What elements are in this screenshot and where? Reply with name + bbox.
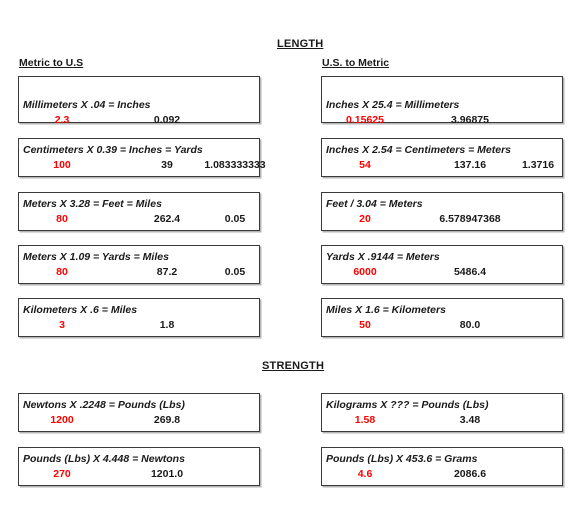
conversion-values: 100 39 1.083333333 bbox=[19, 159, 265, 172]
conversion-formula: Meters X 1.09 = Yards = Miles bbox=[23, 251, 169, 263]
conversion-formula: Yards X .9144 = Meters bbox=[326, 251, 440, 263]
conversion-values: 3 1.8 bbox=[19, 319, 257, 332]
column-heading-metric-to-us: Metric to U.S bbox=[19, 57, 84, 69]
conversion-formula: Pounds (Lbs) X 453.6 = Grams bbox=[326, 453, 478, 465]
section-title-length: LENGTH bbox=[277, 38, 324, 50]
result-value-1: 6.578947368 bbox=[439, 213, 501, 225]
input-value[interactable]: 270 bbox=[27, 468, 97, 480]
conversion-box-pounds-to-newtons[interactable]: Pounds (Lbs) X 4.448 = Newtons 270 1201.… bbox=[18, 447, 260, 486]
input-value[interactable]: 54 bbox=[330, 159, 400, 171]
input-value[interactable]: 1200 bbox=[27, 414, 97, 426]
conversion-values: 80 262.4 0.05 bbox=[19, 213, 257, 226]
conversion-formula: Centimeters X 0.39 = Inches = Yards bbox=[23, 144, 203, 156]
conversion-values: 6000 5486.4 bbox=[322, 266, 560, 279]
conversion-box-millimeters-to-inches[interactable]: Millimeters X .04 = Inches 2.3 0.092 bbox=[18, 76, 260, 126]
input-value[interactable]: 1.58 bbox=[330, 414, 400, 426]
conversion-box-inches-to-millimeters[interactable]: Inches X 25.4 = Millimeters 0.15625 3.96… bbox=[321, 76, 563, 126]
input-value[interactable]: 50 bbox=[330, 319, 400, 331]
result-value-1: 80.0 bbox=[459, 319, 481, 331]
result-value-1: 1.8 bbox=[159, 319, 175, 331]
conversion-formula: Miles X 1.6 = Kilometers bbox=[326, 304, 446, 316]
input-value[interactable]: 100 bbox=[27, 159, 97, 171]
result-value-1: 3.48 bbox=[459, 414, 481, 426]
result-value-2: 0.05 bbox=[224, 266, 246, 278]
result-value-2: 1.3716 bbox=[521, 159, 555, 171]
conversion-formula: Meters X 3.28 = Feet = Miles bbox=[23, 198, 162, 210]
input-value[interactable]: 80 bbox=[27, 266, 97, 278]
conversion-box-pounds-to-grams[interactable]: Pounds (Lbs) X 453.6 = Grams 4.6 2086.6 bbox=[321, 447, 563, 486]
conversion-box-meters-to-feet-miles[interactable]: Meters X 3.28 = Feet = Miles 80 262.4 0.… bbox=[18, 192, 260, 231]
input-value[interactable]: 2.3 bbox=[27, 114, 97, 126]
conversion-formula: Inches X 25.4 = Millimeters bbox=[326, 99, 460, 111]
result-value-2: 1.083333333 bbox=[204, 159, 266, 171]
input-value[interactable]: 3 bbox=[27, 319, 97, 331]
conversion-formula: Kilometers X .6 = Miles bbox=[23, 304, 138, 316]
conversion-box-newtons-to-pounds[interactable]: Newtons X .2248 = Pounds (Lbs) 1200 269.… bbox=[18, 393, 260, 432]
conversion-box-miles-to-kilometers[interactable]: Miles X 1.6 = Kilometers 50 80.0 bbox=[321, 298, 563, 337]
conversion-values: 0.15625 3.96875 bbox=[322, 114, 560, 127]
conversion-values: 4.6 2086.6 bbox=[322, 468, 560, 481]
input-value[interactable]: 4.6 bbox=[330, 468, 400, 480]
column-heading-us-to-metric: U.S. to Metric bbox=[322, 57, 390, 69]
conversion-box-kilograms-to-pounds[interactable]: Kilograms X ??? = Pounds (Lbs) 1.58 3.48 bbox=[321, 393, 563, 432]
conversion-box-centimeters-to-inches-yards[interactable]: Centimeters X 0.39 = Inches = Yards 100 … bbox=[18, 138, 266, 177]
conversion-formula: Kilograms X ??? = Pounds (Lbs) bbox=[326, 399, 489, 411]
conversion-values: 54 137.16 1.3716 bbox=[322, 159, 560, 172]
input-value[interactable]: 6000 bbox=[330, 266, 400, 278]
conversion-values: 1200 269.8 bbox=[19, 414, 257, 427]
result-value-1: 269.8 bbox=[153, 414, 181, 426]
conversion-values: 20 6.578947368 bbox=[322, 213, 560, 226]
result-value-1: 0.092 bbox=[153, 114, 181, 126]
section-title-strength: STRENGTH bbox=[262, 360, 325, 372]
conversion-box-yards-to-meters[interactable]: Yards X .9144 = Meters 6000 5486.4 bbox=[321, 245, 563, 284]
conversion-formula: Newtons X .2248 = Pounds (Lbs) bbox=[23, 399, 185, 411]
conversion-values: 270 1201.0 bbox=[19, 468, 257, 481]
result-value-1: 1201.0 bbox=[150, 468, 184, 480]
conversion-formula: Inches X 2.54 = Centimeters = Meters bbox=[326, 144, 512, 156]
conversion-values: 2.3 0.092 bbox=[19, 114, 257, 127]
input-value[interactable]: 20 bbox=[330, 213, 400, 225]
input-value[interactable]: 80 bbox=[27, 213, 97, 225]
result-value-1: 3.96875 bbox=[451, 114, 489, 126]
conversion-formula: Feet / 3.04 = Meters bbox=[326, 198, 423, 210]
result-value-1: 2086.6 bbox=[453, 468, 487, 480]
conversion-values: 80 87.2 0.05 bbox=[19, 266, 257, 279]
conversion-values: 50 80.0 bbox=[322, 319, 560, 332]
conversion-values: 1.58 3.48 bbox=[322, 414, 560, 427]
conversion-formula: Pounds (Lbs) X 4.448 = Newtons bbox=[23, 453, 185, 465]
conversion-box-feet-to-meters[interactable]: Feet / 3.04 = Meters 20 6.578947368 bbox=[321, 192, 563, 231]
conversion-box-inches-to-centimeters-meters[interactable]: Inches X 2.54 = Centimeters = Meters 54 … bbox=[321, 138, 563, 177]
conversion-box-kilometers-to-miles[interactable]: Kilometers X .6 = Miles 3 1.8 bbox=[18, 298, 260, 337]
result-value-1: 5486.4 bbox=[453, 266, 487, 278]
conversion-box-meters-to-yards-miles[interactable]: Meters X 1.09 = Yards = Miles 80 87.2 0.… bbox=[18, 245, 260, 284]
conversion-formula: Millimeters X .04 = Inches bbox=[23, 99, 151, 111]
conversion-chart-sheet: LENGTH STRENGTH Metric to U.S U.S. to Me… bbox=[0, 0, 585, 530]
result-value-2: 0.05 bbox=[224, 213, 246, 225]
input-value[interactable]: 0.15625 bbox=[330, 114, 400, 126]
